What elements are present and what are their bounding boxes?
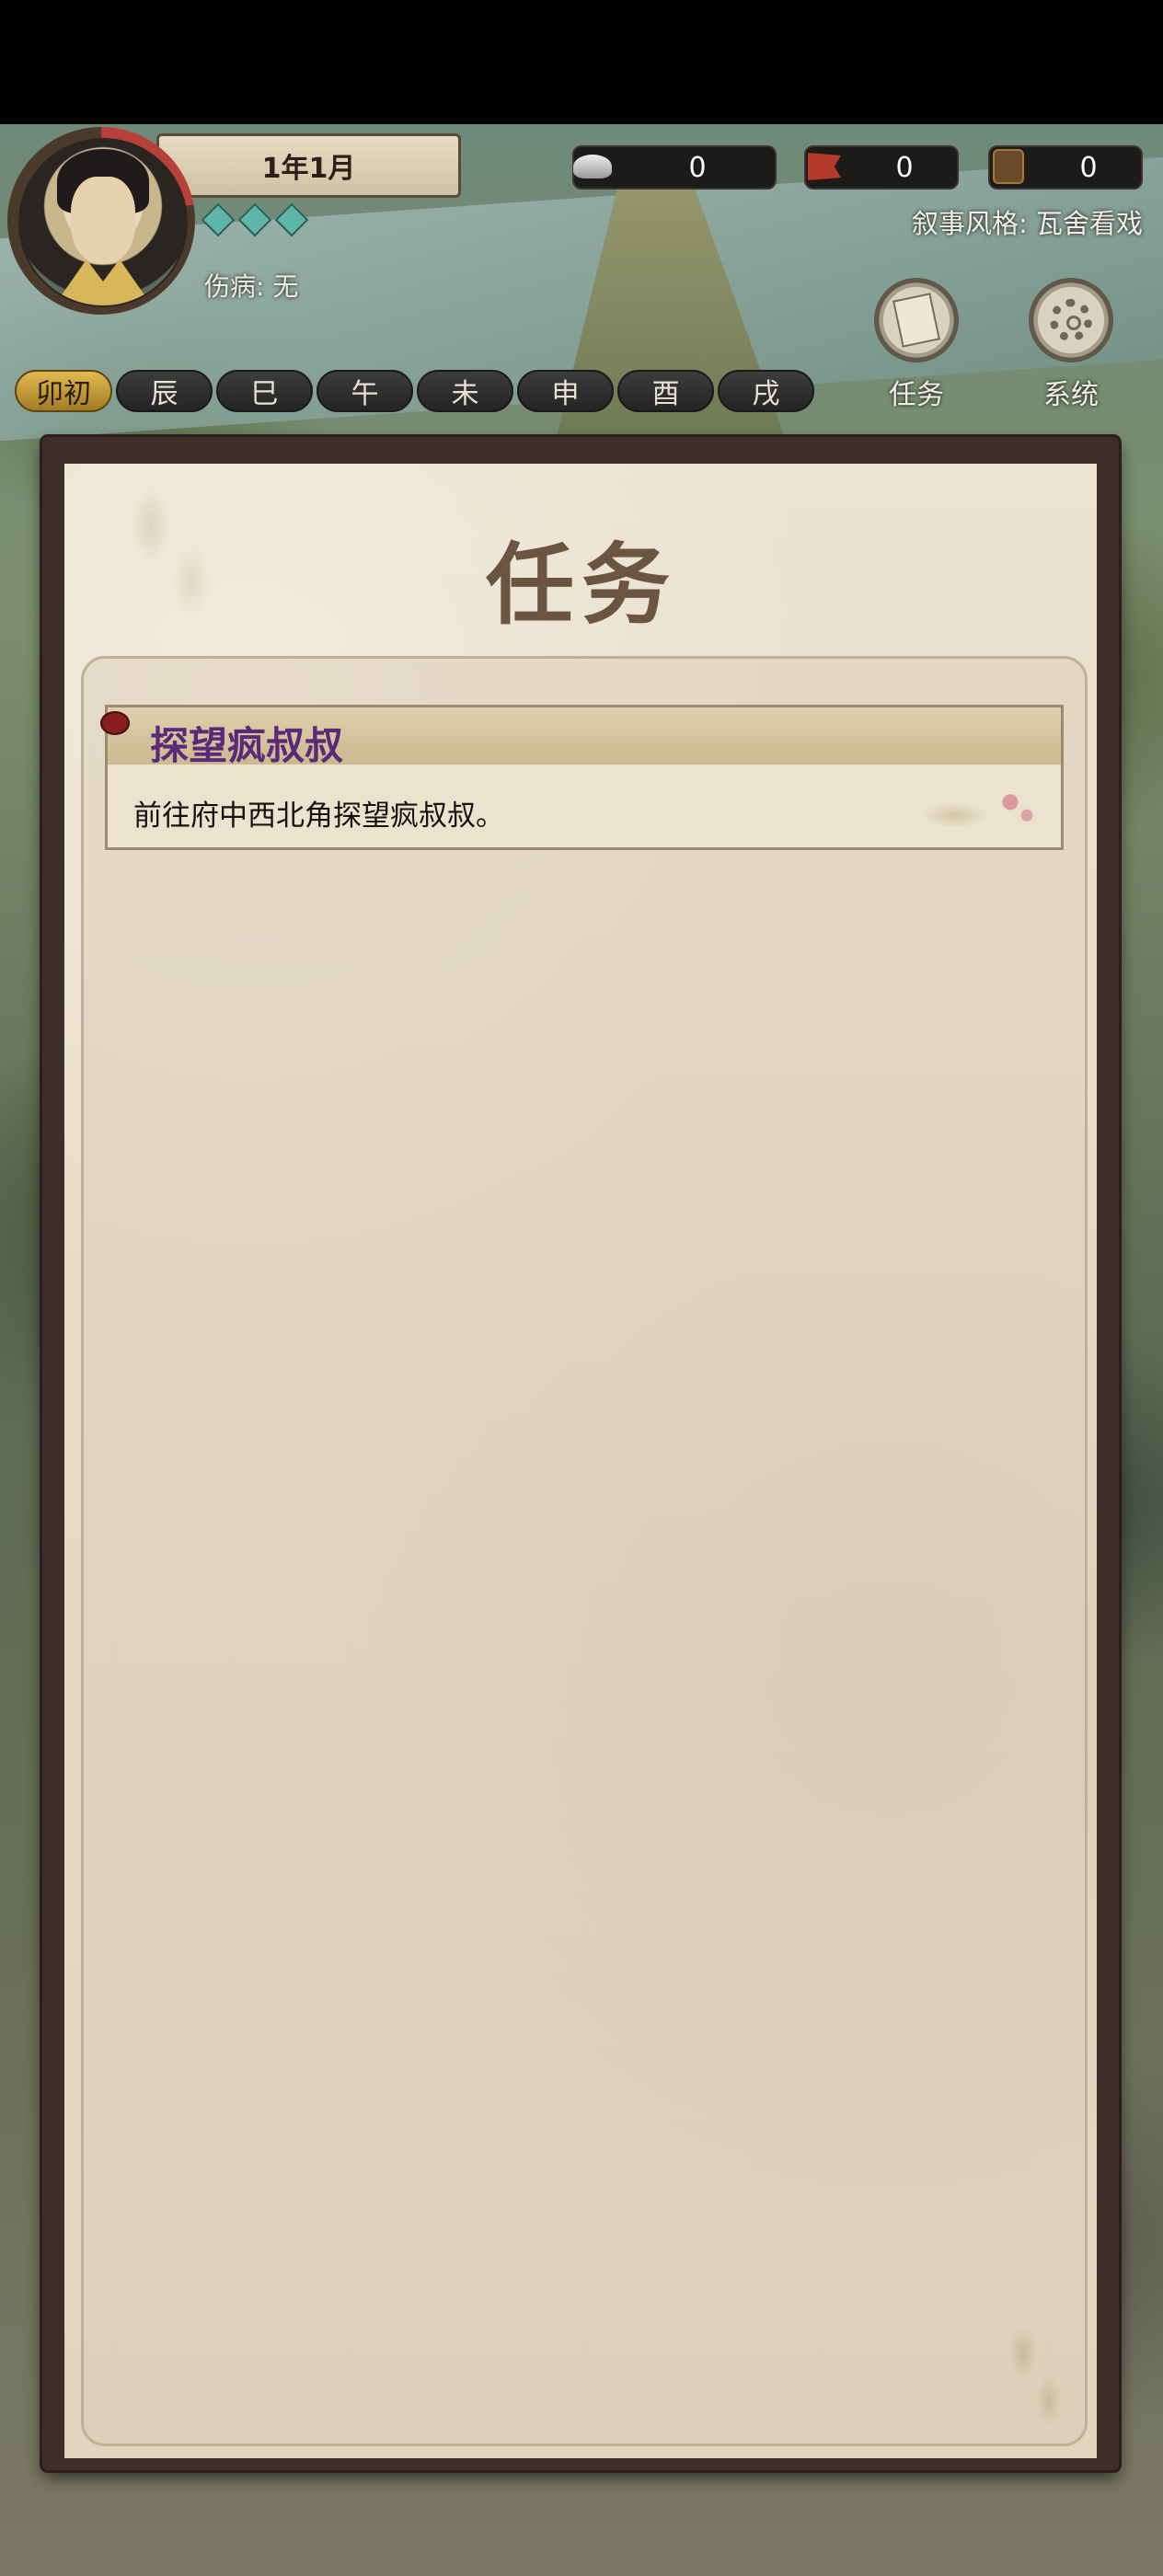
diamond-icon (201, 202, 236, 237)
task-description: 前往府中西北角探望疯叔叔。 (133, 799, 504, 833)
flag-value: 0 (895, 151, 914, 184)
flag-counter: 0 (804, 145, 959, 190)
corner-decoration (959, 2291, 1088, 2447)
avatar[interactable] (18, 138, 188, 307)
silver-ingot-icon (570, 145, 615, 188)
status-bar-area (0, 0, 1163, 124)
time-slot-active: 卯初 (15, 370, 112, 412)
task-item[interactable]: 探望疯叔叔 前往府中西北角探望疯叔叔。 (100, 705, 1064, 850)
date-label: 1年1月 (261, 153, 356, 185)
diamond-icon (274, 202, 309, 237)
date-display: 1年1月 (156, 133, 461, 198)
task-button-label[interactable]: 任务 (861, 372, 972, 412)
task-button[interactable] (874, 278, 959, 362)
time-slot: 戌 (718, 370, 814, 412)
gear-icon (1050, 299, 1092, 341)
time-slot: 未 (417, 370, 513, 412)
time-slot: 巳 (216, 370, 313, 412)
task-list[interactable] (81, 656, 1088, 2446)
task-name: 探望疯叔叔 (150, 723, 344, 768)
avatar-collar (48, 259, 158, 305)
flower-decoration (914, 776, 1052, 842)
avatar-face (71, 177, 135, 264)
diamond-icon (237, 202, 272, 237)
gem-indicators (201, 202, 309, 237)
silver-counter: 0 (572, 145, 777, 190)
coin-token-icon (986, 145, 1031, 188)
silver-value: 0 (688, 151, 707, 184)
coin-counter: 0 (988, 145, 1143, 190)
flag-token-icon (802, 145, 846, 188)
coin-value: 0 (1079, 151, 1098, 184)
system-button[interactable] (1029, 278, 1113, 362)
time-slot-bar: 卯初 辰 巳 午 未 申 酉 戌 (15, 370, 814, 412)
time-slot: 午 (317, 370, 413, 412)
time-slot: 申 (517, 370, 614, 412)
injury-status: 伤病: 无 (204, 271, 299, 302)
pin-icon (100, 711, 130, 735)
time-slot: 辰 (116, 370, 213, 412)
panel-title: 任务 (486, 533, 677, 637)
narrative-style[interactable]: 叙事风格: 瓦舍看戏 (912, 202, 1143, 241)
system-button-label[interactable]: 系统 (1016, 372, 1126, 412)
time-slot: 酉 (617, 370, 714, 412)
book-icon (892, 293, 940, 348)
